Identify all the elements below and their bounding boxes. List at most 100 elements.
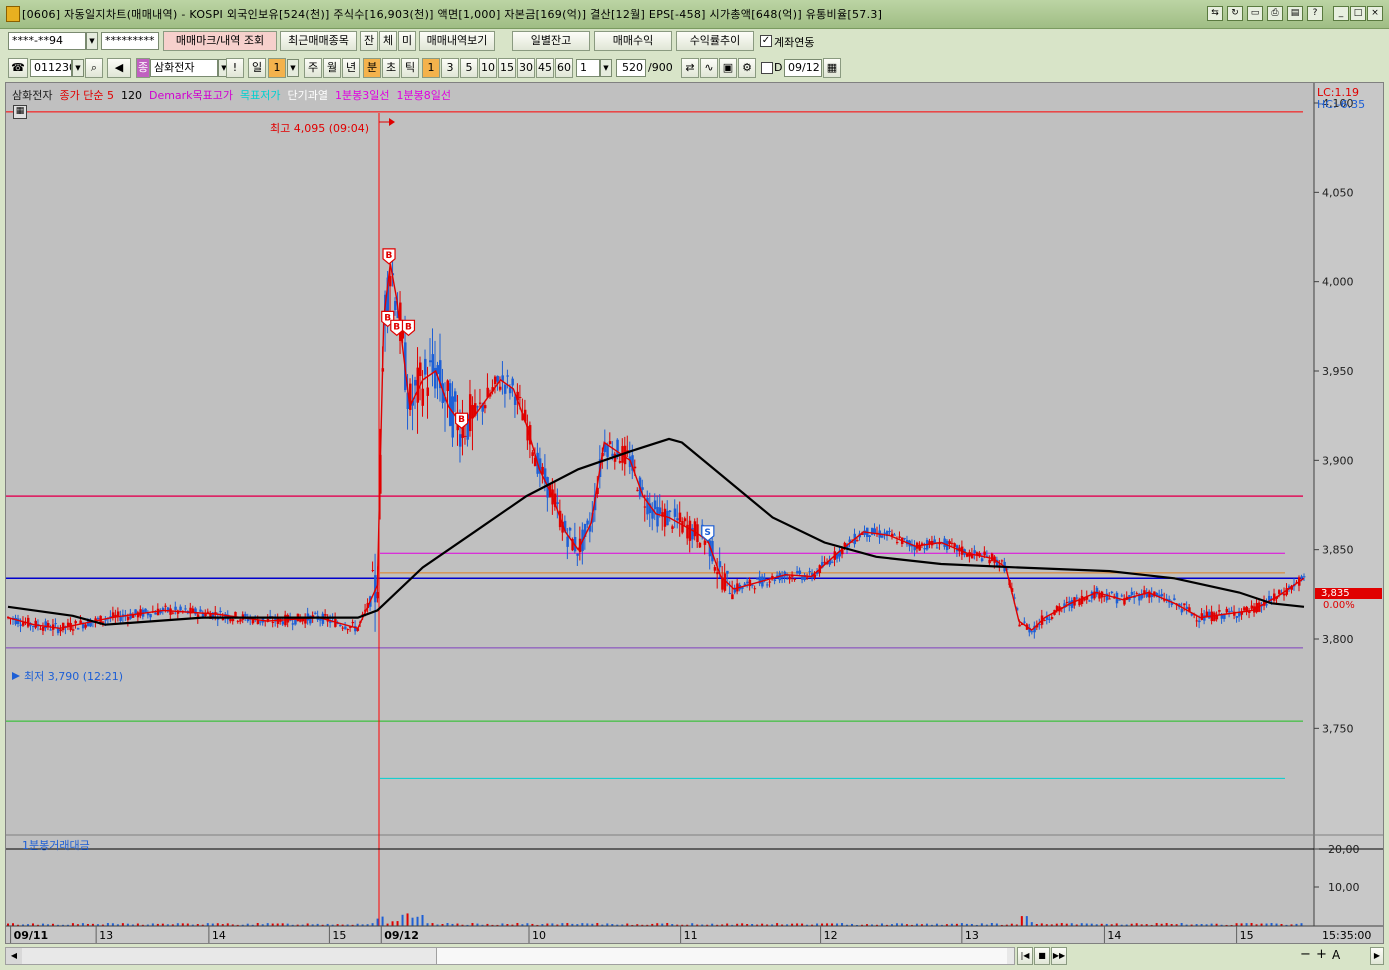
legend-stock[interactable]: 삼화전자 [12, 89, 52, 102]
candle-body [1185, 606, 1189, 610]
period-second-button[interactable]: 초 [382, 58, 400, 78]
refresh-icon[interactable]: ↻ [1227, 6, 1243, 21]
minute-60-button[interactable]: 60 [555, 58, 573, 78]
candle-body [271, 621, 275, 623]
close-button[interactable]: × [1367, 6, 1383, 21]
code-input[interactable]: 011230 [30, 59, 72, 77]
font-size-button[interactable]: A [1332, 948, 1340, 962]
maximize-button[interactable]: □ [1350, 6, 1366, 21]
code-dropdown-icon[interactable]: ▼ [72, 59, 84, 77]
balance-button[interactable]: 잔 [360, 31, 378, 51]
calendar-icon[interactable]: ▦ [823, 58, 841, 78]
trade-history-button[interactable]: 매매내역보기 [419, 31, 495, 51]
current-price-badge: 3,835 [1315, 588, 1382, 599]
bar-count-input[interactable]: 520 [616, 59, 646, 77]
period-day-value[interactable]: 1 [268, 58, 286, 78]
candle-body [286, 614, 290, 623]
minute-15-button[interactable]: 15 [498, 58, 516, 78]
trade-mark-button[interactable]: 매매마크/내역 조회 [163, 31, 277, 51]
candle-body [948, 541, 951, 545]
candle-body [726, 570, 729, 574]
candle-body [895, 542, 899, 544]
period-tick-button[interactable]: 틱 [401, 58, 419, 78]
minute-30-button[interactable]: 30 [517, 58, 535, 78]
account-dropdown-icon[interactable]: ▼ [86, 32, 98, 50]
minimize-button[interactable]: _ [1333, 6, 1349, 21]
save-icon[interactable]: ▣ [719, 58, 737, 78]
minute-1-button[interactable]: 1 [422, 58, 440, 78]
grid-toggle-icon[interactable]: ▦ [13, 105, 27, 119]
window-icon[interactable]: ▭ [1247, 6, 1263, 21]
price-chart[interactable]: BBB BBS 4,1004,0504,0003,9503,9003,8503,8… [6, 83, 1383, 943]
legend-ma-close[interactable]: 종가 단순 5 [59, 89, 113, 102]
phone-icon[interactable]: ☎ [8, 58, 28, 78]
period-month-button[interactable]: 월 [323, 58, 341, 78]
legend-ma-120[interactable]: 120 [121, 89, 142, 102]
period-day-dropdown-icon[interactable]: ▼ [287, 59, 299, 77]
unfilled-button[interactable]: 미 [398, 31, 416, 51]
first-icon[interactable]: |◀ [1017, 947, 1033, 965]
candle-body [236, 620, 240, 622]
indicator-icon[interactable]: ∿ [700, 58, 718, 78]
legend-line-8day[interactable]: 1분봉8일선 [397, 89, 451, 102]
minute-10-button[interactable]: 10 [479, 58, 497, 78]
scroll-left-icon[interactable]: ◀ [6, 948, 22, 964]
link-icon[interactable]: ⇆ [1207, 6, 1223, 21]
candle-body [806, 577, 809, 579]
gear-icon[interactable]: ⚙ [738, 58, 756, 78]
scroll-right-icon[interactable]: ▶ [1370, 947, 1384, 965]
stock-name-input[interactable]: 삼화전자 [150, 59, 218, 77]
search-icon[interactable]: ⌕ [85, 58, 103, 78]
candle-body [389, 276, 392, 287]
candle-body [1050, 617, 1054, 619]
recent-trades-button[interactable]: 최근매매종목 [280, 31, 357, 51]
speaker-icon[interactable]: ◀ [107, 58, 131, 78]
candle-body [673, 508, 677, 517]
candle-body [1203, 615, 1206, 621]
chart-panel[interactable]: BBBBBS 4,100 4,050 4,000 3,950 3,900 3,850 3,8… [5, 82, 1384, 944]
count-input[interactable]: 1 [576, 59, 600, 77]
legend-line-3day[interactable]: 1분봉3일선 [335, 89, 389, 102]
candle-body [424, 358, 427, 375]
volume-tick-label: 20,00 [1328, 843, 1360, 856]
legend-short-overheat[interactable]: 단기과열 [288, 89, 328, 102]
period-year-button[interactable]: 년 [342, 58, 360, 78]
stop-icon[interactable]: ■ [1034, 947, 1050, 965]
daily-balance-button[interactable]: 일별잔고 [512, 31, 590, 51]
minute-3-button[interactable]: 3 [441, 58, 459, 78]
zoom-in-button[interactable]: + [1316, 947, 1327, 962]
d-checkbox[interactable] [761, 62, 773, 74]
trade-arrows-icon[interactable]: ⇄ [681, 58, 699, 78]
forward-icon[interactable]: ▶▶ [1051, 947, 1067, 965]
executed-button[interactable]: 체 [379, 31, 397, 51]
count-dropdown-icon[interactable]: ▼ [600, 59, 612, 77]
candle-body [808, 571, 812, 573]
candle-body [351, 621, 355, 624]
password-input[interactable]: ********* [101, 32, 159, 50]
scroll-thumb[interactable] [436, 948, 1007, 964]
zoom-out-button[interactable]: − [1300, 947, 1311, 962]
alert-button[interactable]: ! [226, 58, 244, 78]
account-input[interactable]: ****-**94 [8, 32, 86, 50]
time-tick-label: 13 [99, 929, 113, 942]
candle-body [1248, 611, 1251, 614]
settings-icon[interactable]: ▤ [1287, 6, 1303, 21]
candle-body [663, 508, 667, 527]
hc-label: HC:-6.35 [1317, 98, 1366, 111]
period-week-button[interactable]: 주 [304, 58, 322, 78]
horizontal-scrollbar[interactable]: ◀ [5, 947, 1015, 965]
help-icon[interactable]: ? [1307, 6, 1323, 21]
legend-demark-high[interactable]: Demark목표고가 [149, 89, 233, 102]
candle-body [256, 620, 260, 625]
date-input[interactable]: 09/12 [784, 59, 822, 77]
minute-45-button[interactable]: 45 [536, 58, 554, 78]
return-trend-button[interactable]: 수익률추이 [676, 31, 754, 51]
period-day-button[interactable]: 일 [248, 58, 266, 78]
legend-demark-low[interactable]: 목표저가 [240, 89, 280, 102]
period-minute-button[interactable]: 분 [363, 58, 381, 78]
minute-5-button[interactable]: 5 [460, 58, 478, 78]
account-link-checkbox[interactable]: ✓ [760, 35, 772, 47]
candle-body [1235, 616, 1239, 618]
print-icon[interactable]: ⎙ [1267, 6, 1283, 21]
trade-profit-button[interactable]: 매매수익 [594, 31, 672, 51]
